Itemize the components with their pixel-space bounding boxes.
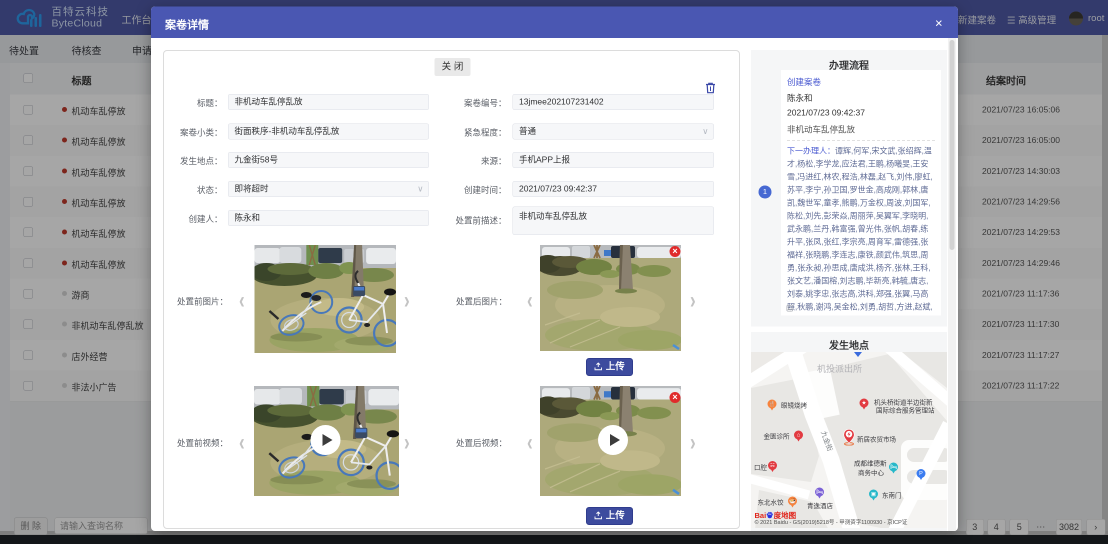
svg-text:机投派出所: 机投派出所 <box>817 363 862 374</box>
